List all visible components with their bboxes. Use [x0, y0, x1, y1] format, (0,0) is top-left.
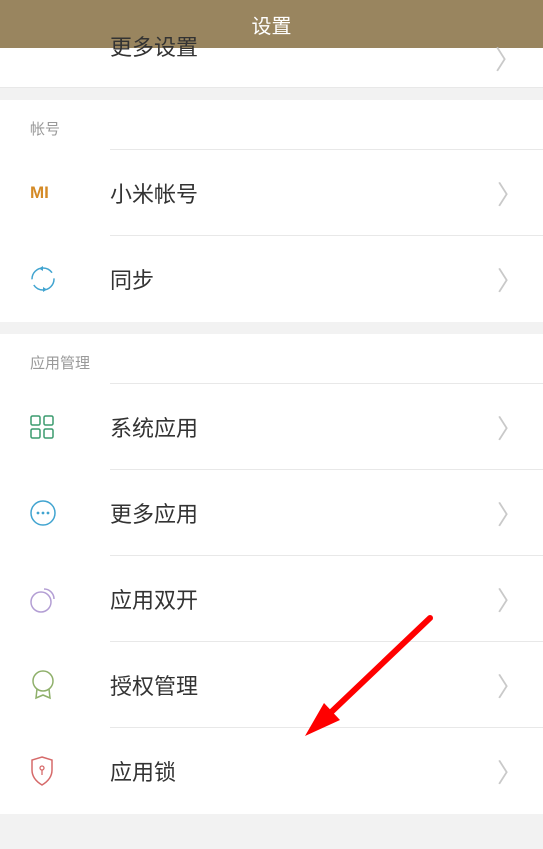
- row-label: 应用双开: [110, 583, 497, 615]
- chevron-right-icon: 〉: [497, 581, 523, 618]
- overlapping-circles-icon: [30, 585, 110, 613]
- row-label: 系统应用: [110, 411, 497, 443]
- group-partial: 更多设置 〉: [0, 48, 543, 88]
- row-label: 更多应用: [110, 497, 497, 529]
- group-account: 帐号 MI 小米帐号 〉 同步 〉: [0, 100, 543, 322]
- page-title: 设置: [252, 10, 292, 39]
- section-header-account: 帐号: [0, 100, 543, 149]
- chevron-right-icon: 〉: [497, 753, 523, 790]
- row-label: 授权管理: [110, 669, 497, 701]
- chevron-right-icon: 〉: [497, 175, 523, 212]
- row-label: 同步: [110, 263, 497, 295]
- row-label: 更多设置: [110, 30, 198, 62]
- grid-icon: [30, 415, 110, 439]
- title-bar: 设置: [0, 0, 543, 48]
- group-apps: 应用管理 系统应用 〉: [0, 334, 543, 814]
- badge-icon: [30, 670, 110, 700]
- row-label: 应用锁: [110, 755, 497, 787]
- chevron-right-icon: 〉: [495, 40, 521, 77]
- row-more-apps[interactable]: 更多应用 〉: [0, 470, 543, 556]
- row-label: 小米帐号: [110, 177, 497, 209]
- mi-logo-icon: MI: [30, 183, 110, 203]
- chevron-right-icon: 〉: [497, 261, 523, 298]
- row-xiaomi-account[interactable]: MI 小米帐号 〉: [0, 150, 543, 236]
- ellipsis-circle-icon: [30, 500, 110, 526]
- row-permission-manager[interactable]: 授权管理 〉: [0, 642, 543, 728]
- chevron-right-icon: 〉: [497, 495, 523, 532]
- row-app-clone[interactable]: 应用双开 〉: [0, 556, 543, 642]
- row-system-apps[interactable]: 系统应用 〉: [0, 384, 543, 470]
- settings-list: 更多设置 〉 帐号 MI 小米帐号 〉 同步 〉: [0, 48, 543, 814]
- section-header-apps: 应用管理: [0, 334, 543, 383]
- row-app-lock[interactable]: 应用锁 〉: [0, 728, 543, 814]
- chevron-right-icon: 〉: [497, 409, 523, 446]
- row-more-settings[interactable]: 更多设置 〉: [0, 48, 543, 88]
- chevron-right-icon: 〉: [497, 667, 523, 704]
- sync-icon: [30, 266, 110, 292]
- row-sync[interactable]: 同步 〉: [0, 236, 543, 322]
- shield-lock-icon: [30, 756, 110, 786]
